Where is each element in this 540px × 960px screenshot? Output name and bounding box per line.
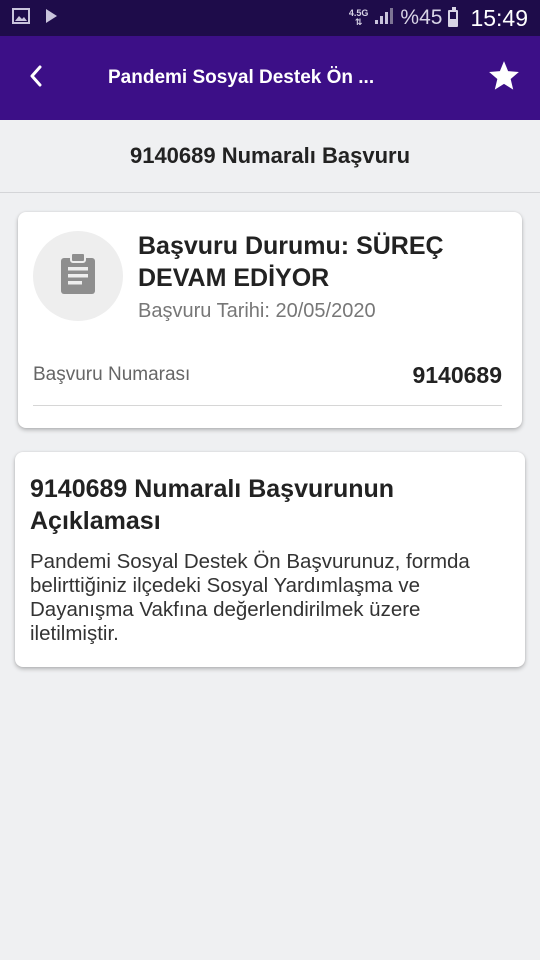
star-icon bbox=[487, 59, 521, 98]
application-number-label: Başvuru Numarası bbox=[33, 364, 191, 385]
battery-percent: %45 bbox=[400, 6, 443, 29]
image-icon bbox=[12, 7, 30, 29]
application-status-card: Başvuru Durumu: SÜREÇ DEVAM EDİYOR Başvu… bbox=[18, 212, 522, 428]
chevron-left-icon bbox=[28, 65, 44, 92]
battery-fill bbox=[450, 18, 457, 25]
status-icon-circle bbox=[33, 231, 123, 321]
app-bar: Pandemi Sosyal Destek Ön ... bbox=[0, 36, 540, 120]
back-button[interactable] bbox=[18, 60, 54, 96]
status-title: Başvuru Durumu: SÜREÇ DEVAM EDİYOR bbox=[138, 232, 444, 292]
application-number-value: 9140689 bbox=[412, 362, 502, 388]
page-title: 9140689 Numaralı Başvuru bbox=[0, 120, 540, 193]
status-bar-left bbox=[12, 0, 58, 36]
status-bar: 4.5G ⇅ %45 15:49 bbox=[0, 0, 540, 36]
description-body: Pandemi Sosyal Destek Ön Başvurunuz, for… bbox=[30, 550, 470, 645]
application-date: Başvuru Tarihi: 20/05/2020 bbox=[138, 300, 376, 322]
network-type: 4.5G ⇅ bbox=[348, 8, 369, 27]
divider bbox=[33, 405, 502, 406]
clipboard-icon bbox=[58, 251, 98, 301]
play-icon bbox=[44, 8, 58, 29]
app-title: Pandemi Sosyal Destek Ön ... bbox=[108, 67, 375, 88]
battery-icon bbox=[448, 6, 459, 27]
status-bar-right: 4.5G ⇅ %45 15:49 bbox=[349, 0, 528, 36]
favorite-button[interactable] bbox=[484, 58, 524, 98]
clock: 15:49 bbox=[470, 4, 528, 31]
description-title: 9140689 Numaralı Başvurunun Açıklaması bbox=[30, 475, 395, 535]
signal-icon bbox=[374, 7, 394, 30]
description-card: 9140689 Numaralı Başvurunun Açıklaması P… bbox=[15, 452, 525, 667]
